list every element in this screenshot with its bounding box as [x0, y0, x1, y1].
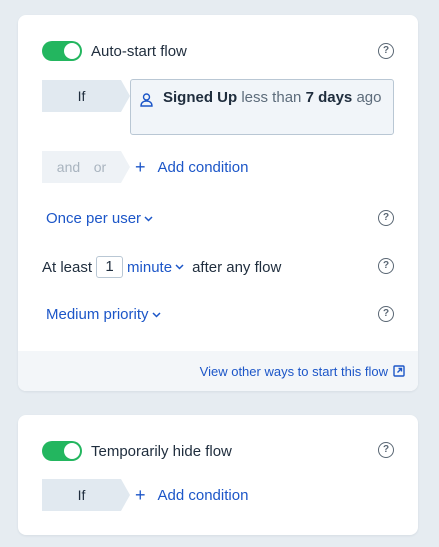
- chevron-down-icon: [152, 311, 161, 318]
- toggle-knob: [64, 443, 80, 459]
- footer-link-label: View other ways to start this flow: [199, 363, 388, 379]
- spacing-value-input[interactable]: 1: [96, 256, 124, 278]
- view-other-ways-link[interactable]: View other ways to start this flow: [200, 364, 405, 379]
- add-condition-label: Add condition: [157, 486, 249, 504]
- if-tag: If: [42, 479, 130, 511]
- frequency-row: Once per user: [46, 210, 394, 227]
- spacing-unit-label: minute: [127, 258, 173, 276]
- external-link-icon: [393, 365, 405, 377]
- and-option[interactable]: and: [57, 159, 80, 175]
- spacing-help-icon[interactable]: ?: [378, 258, 394, 274]
- auto-start-help-icon[interactable]: ?: [378, 43, 394, 59]
- auto-start-card: Auto-start flow ? If Signed Up less than…: [18, 15, 418, 391]
- spacing-prefix: At least: [42, 258, 93, 276]
- frequency-label: Once per user: [46, 210, 142, 227]
- priority-label: Medium priority: [46, 306, 149, 323]
- chevron-down-icon: [175, 264, 184, 270]
- condition-event: Signed Up: [163, 89, 238, 106]
- auto-start-toggle[interactable]: [42, 41, 82, 61]
- hide-flow-toggle[interactable]: [42, 441, 82, 461]
- plus-icon: +: [135, 157, 146, 177]
- user-icon: [140, 93, 153, 107]
- hide-flow-help-icon[interactable]: ?: [378, 442, 394, 458]
- spacing-row: At least 1 minute after any flow: [42, 256, 394, 278]
- auto-start-row: Auto-start flow: [42, 41, 394, 61]
- spacing-unit-dropdown[interactable]: minute: [127, 259, 184, 276]
- logic-tag: and or: [42, 151, 130, 183]
- condition-box[interactable]: Signed Up less than 7 days ago: [130, 79, 394, 135]
- plus-icon: +: [135, 485, 146, 505]
- add-condition-label: Add condition: [157, 158, 249, 176]
- add-condition-button[interactable]: + Add condition: [135, 158, 248, 176]
- condition-amount: 7 days: [305, 89, 353, 106]
- auto-start-label: Auto-start flow: [91, 42, 187, 60]
- condition-comparator: less than: [241, 89, 302, 106]
- hide-flow-card: Temporarily hide flow ? If + Add conditi…: [18, 415, 418, 535]
- hide-flow-label: Temporarily hide flow: [91, 442, 232, 460]
- priority-help-icon[interactable]: ?: [378, 306, 394, 322]
- priority-row: Medium priority: [46, 306, 394, 323]
- or-option[interactable]: or: [94, 159, 106, 175]
- frequency-dropdown[interactable]: Once per user: [46, 210, 153, 227]
- priority-dropdown[interactable]: Medium priority: [46, 306, 161, 323]
- toggle-knob: [64, 43, 80, 59]
- hide-flow-row: Temporarily hide flow: [42, 441, 394, 461]
- chevron-down-icon: [144, 215, 153, 222]
- if-label: If: [77, 487, 86, 503]
- add-condition-button[interactable]: + Add condition: [135, 486, 248, 504]
- if-label: If: [77, 88, 86, 104]
- condition-suffix: ago: [356, 89, 382, 106]
- if-tag: If: [42, 80, 130, 112]
- frequency-help-icon[interactable]: ?: [378, 210, 394, 226]
- card-footer: View other ways to start this flow: [18, 351, 418, 391]
- spacing-suffix: after any flow: [192, 258, 282, 276]
